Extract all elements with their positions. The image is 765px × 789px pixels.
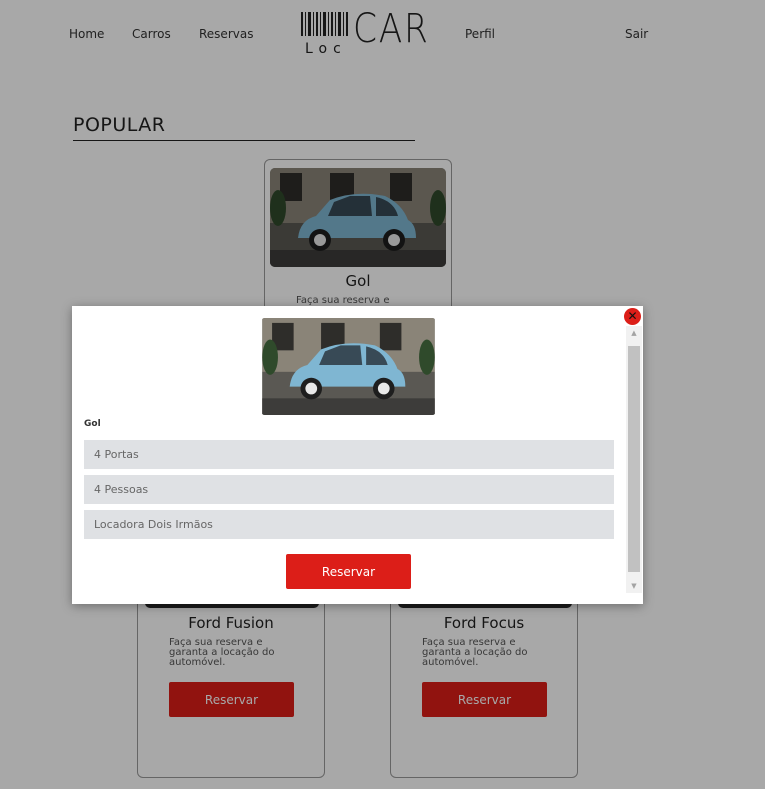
modal-car-name: Gol: [84, 419, 101, 429]
spec-doors: 4 Portas: [84, 440, 614, 469]
car-photo: [262, 318, 435, 415]
car-details-modal: Gol 4 Portas 4 Pessoas Locadora Dois Irm…: [72, 306, 643, 604]
scroll-down-icon[interactable]: ▼: [626, 579, 642, 593]
modal-car-image: [261, 318, 436, 415]
modal-scrollbar[interactable]: ▲ ▼: [626, 326, 642, 593]
spec-seats: 4 Pessoas: [84, 475, 614, 504]
modal-reserve-button[interactable]: Reservar: [286, 554, 411, 589]
close-icon[interactable]: ✕: [624, 308, 641, 325]
scroll-up-icon[interactable]: ▲: [626, 326, 642, 340]
scroll-thumb[interactable]: [628, 346, 640, 572]
spec-agency: Locadora Dois Irmãos: [84, 510, 614, 539]
